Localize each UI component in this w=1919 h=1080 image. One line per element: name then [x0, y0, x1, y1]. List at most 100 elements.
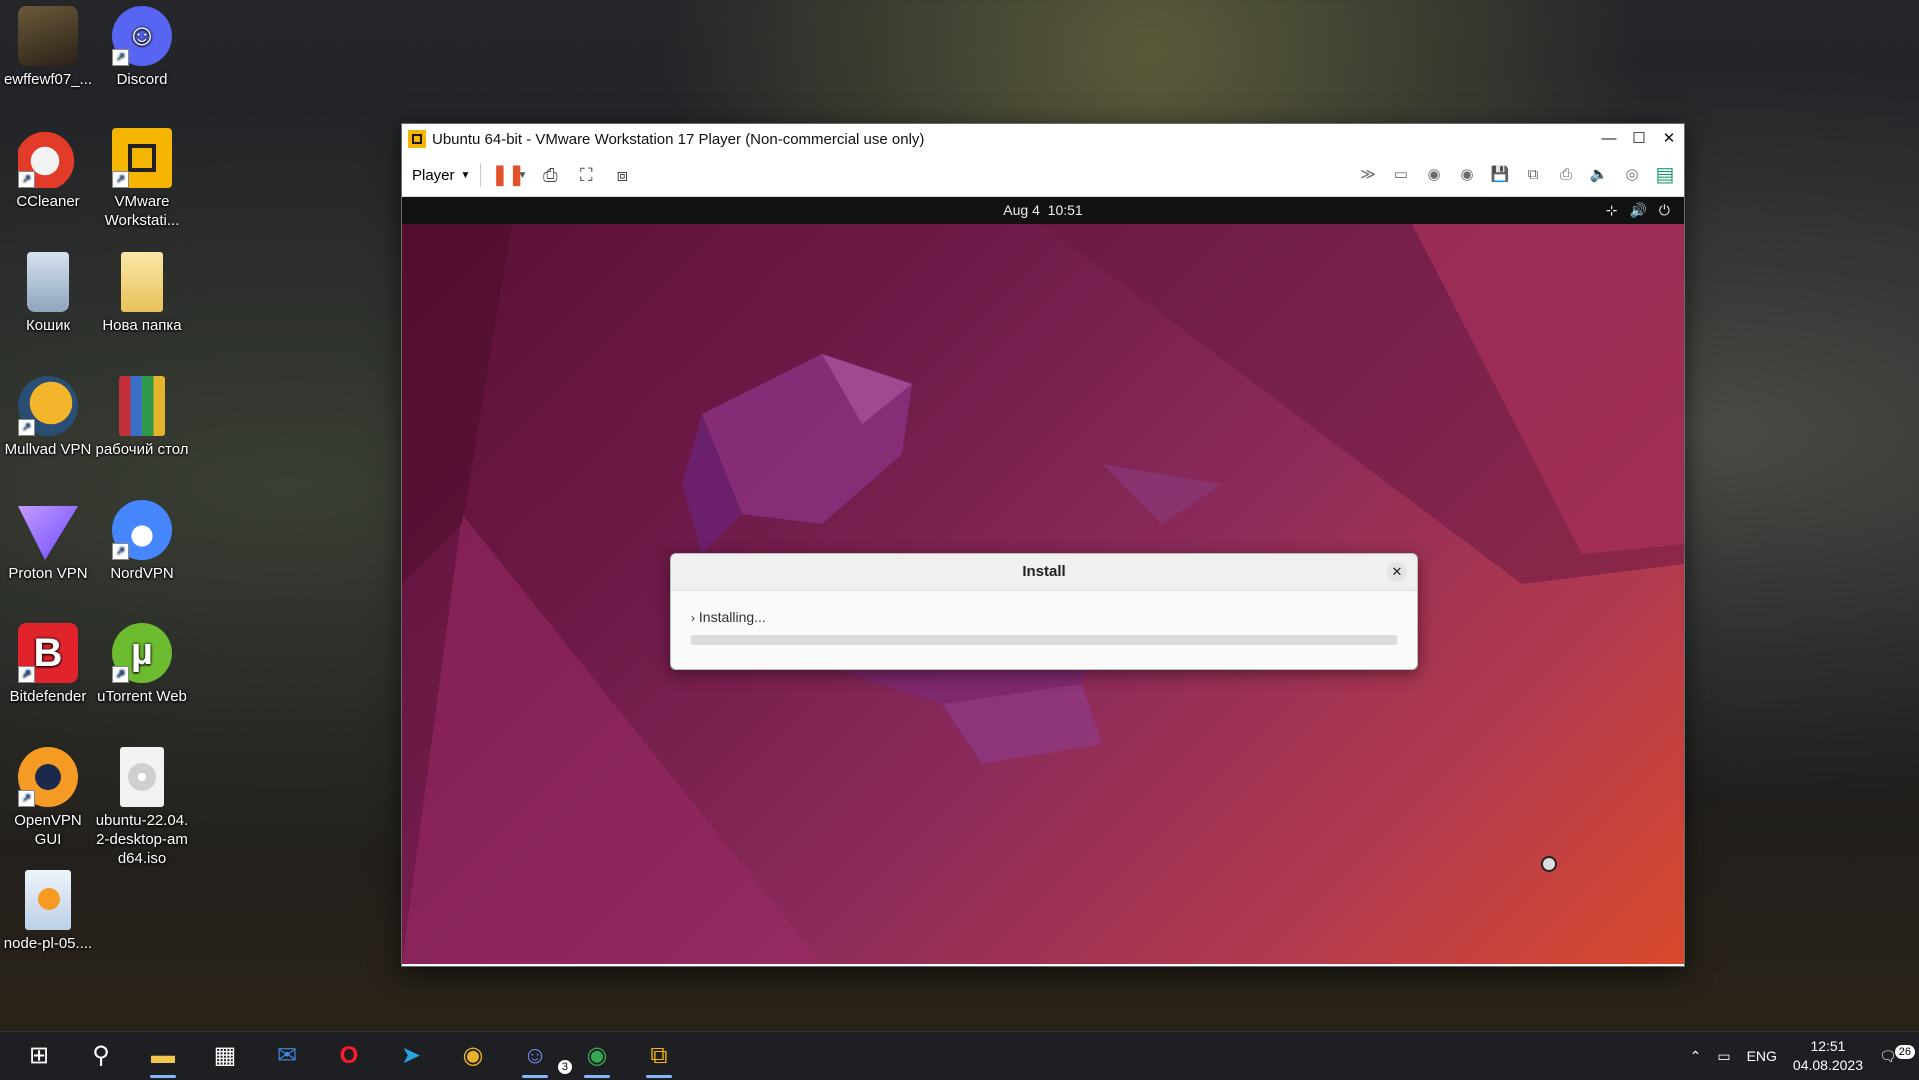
desktop-icon-mullvad[interactable]: ↗ Mullvad VPN	[0, 376, 96, 459]
minimize-button[interactable]: —	[1594, 124, 1624, 154]
desktop-icon-folder[interactable]: Нова папка	[94, 252, 190, 335]
more-devices-icon[interactable]: ≫	[1355, 162, 1381, 188]
desktop-icon-label: Нова папка	[102, 317, 182, 334]
taskbar-vmware[interactable]: ⧉	[628, 1032, 690, 1080]
system-tray: ⌃ ▭ ENG 12:51 04.08.2023 🗨 26	[1690, 1032, 1915, 1080]
fullscreen-icon[interactable]: ⛶	[573, 162, 599, 188]
shortcut-arrow-icon: ↗	[18, 171, 35, 188]
hard-disk-icon[interactable]: ▭	[1388, 162, 1414, 188]
install-dialog-body: › Installing...	[671, 591, 1417, 645]
install-dialog-title: Install	[1022, 563, 1066, 580]
maximize-button[interactable]: ☐	[1624, 124, 1654, 154]
shortcut-arrow-icon: ↗	[18, 666, 35, 683]
close-button[interactable]: ✕	[1654, 124, 1684, 154]
player-menu-label: Player	[412, 166, 455, 184]
discord-icon: ☺ ↗	[112, 6, 172, 66]
cd-dvd-2-icon[interactable]: ◉	[1454, 162, 1480, 188]
windows-logo-icon: ⊞	[28, 1042, 50, 1069]
notification-button[interactable]: 🗨 26	[1879, 1044, 1915, 1065]
printer-icon[interactable]: ⎙	[1553, 162, 1579, 188]
desktop-icon-ubuntu-iso[interactable]: ubuntu-22.04.2-desktop-amd64.iso	[94, 747, 190, 868]
desktop-icon-archive[interactable]: рабочий стол	[94, 376, 190, 459]
taskbar-time: 12:51	[1810, 1038, 1846, 1054]
display-icon[interactable]: ▭	[1717, 1048, 1730, 1065]
desktop-icon-openvpn[interactable]: ↗ OpenVPN GUI	[0, 747, 96, 849]
openvpn-icon: ↗	[18, 747, 78, 807]
taskbar-mail[interactable]: ✉	[256, 1032, 318, 1080]
vmware-icon: ⧉	[650, 1042, 668, 1069]
openvpn-config-icon	[25, 870, 71, 930]
desktop-icon-label: ubuntu-22.04.2-desktop-amd64.iso	[95, 812, 189, 867]
language-indicator[interactable]: ENG	[1747, 1048, 1777, 1064]
ubuntu-clock[interactable]: Aug 4 10:51	[402, 197, 1684, 224]
send-ctrl-alt-del-icon[interactable]: ⎙	[537, 162, 563, 188]
mullvad-icon: ↗	[18, 376, 78, 436]
search-button[interactable]: ⚲	[70, 1032, 132, 1080]
window-title: Ubuntu 64-bit - VMware Workstation 17 Pl…	[432, 130, 925, 148]
desktop-icon-label: NordVPN	[110, 565, 174, 582]
ccleaner-icon: ↗	[18, 128, 78, 188]
desktop-icon-ewffewf07[interactable]: ewffewf07_...	[0, 6, 96, 89]
player-menu-button[interactable]: Player ▼	[412, 167, 470, 184]
message-log-icon[interactable]: ▤	[1652, 162, 1678, 188]
notification-count: 26	[1894, 1044, 1915, 1059]
close-icon[interactable]: ✕	[1387, 562, 1407, 582]
taskbar-file-explorer[interactable]: ▬	[132, 1032, 194, 1080]
shortcut-arrow-icon: ↗	[112, 543, 129, 560]
taskbar-chrome-2[interactable]: ◉	[566, 1032, 628, 1080]
desktop-icon-label: Proton VPN	[8, 565, 88, 582]
sound-card-icon[interactable]: 🔈	[1586, 162, 1612, 188]
floppy-icon[interactable]: 💾	[1487, 162, 1513, 188]
chevron-up-icon[interactable]: ⌃	[1690, 1048, 1702, 1065]
taskbar-date: 04.08.2023	[1792, 1057, 1863, 1073]
taskbar-clock[interactable]: 12:51 04.08.2023	[1793, 1037, 1863, 1075]
shortcut-arrow-icon: ↗	[112, 171, 129, 188]
nordvpn-icon: ↗	[112, 500, 172, 560]
start-button[interactable]: ⊞	[8, 1032, 70, 1080]
shortcut-arrow-icon: ↗	[18, 419, 35, 436]
desktop-icon-utorrent[interactable]: µ ↗ uTorrent Web	[94, 623, 190, 706]
volume-icon: 🔊	[1629, 202, 1647, 218]
taskbar-store[interactable]: ▦	[194, 1032, 256, 1080]
install-dialog-header: Install ✕	[671, 554, 1417, 591]
desktop-icon-label: node-pl-05....	[3, 935, 93, 952]
install-dialog: Install ✕ › Installing...	[670, 553, 1418, 670]
desktop-icon-recycle-bin[interactable]: Кошик	[0, 252, 96, 335]
chevron-right-icon[interactable]: ›	[691, 611, 695, 625]
desktop-icon-discord[interactable]: ☺ ↗ Discord	[94, 6, 190, 89]
ubuntu-date: Aug 4	[1003, 202, 1040, 218]
desktop-icon-vmware[interactable]: ↗ VMware Workstati...	[94, 128, 190, 230]
window-titlebar[interactable]: Ubuntu 64-bit - VMware Workstation 17 Pl…	[402, 124, 1684, 154]
desktop-icon-ccleaner[interactable]: ↗ CCleaner	[0, 128, 96, 211]
ubuntu-system-menu[interactable]: ⊹ 🔊 ⏻	[1606, 197, 1670, 224]
cd-dvd-icon[interactable]: ◉	[1421, 162, 1447, 188]
desktop-icon-node-pl[interactable]: node-pl-05....	[0, 870, 96, 953]
unity-icon[interactable]: ⧈	[609, 162, 635, 188]
desktop-icon-label: CCleaner	[16, 193, 80, 210]
desktop-icon-protonvpn[interactable]: Proton VPN	[0, 500, 96, 583]
ubuntu-top-bar: Aug 4 10:51 ⊹ 🔊 ⏻	[402, 197, 1684, 224]
disc-image-icon	[120, 747, 164, 807]
desktop-icon-label: Bitdefender	[9, 688, 87, 705]
usb-device-icon[interactable]: ◎	[1619, 162, 1645, 188]
desktop-icon-bitdefender[interactable]: B ↗ Bitdefender	[0, 623, 96, 706]
taskbar-opera[interactable]: O	[318, 1032, 380, 1080]
pause-icon[interactable]: ❚❚	[491, 162, 525, 188]
taskbar-chrome[interactable]: ◉	[442, 1032, 504, 1080]
archive-icon	[119, 376, 165, 436]
vmware-toolbar: Player ▼ ❚❚ ▼ ⎙ ⛶ ⧈ ≫ ▭ ◉ ◉ 💾 ⧉ ⎙ 🔈 ◎ ▤	[402, 154, 1684, 197]
pause-dropdown-icon[interactable]: ▼	[517, 170, 527, 181]
desktop-icon-nordvpn[interactable]: ↗ NordVPN	[94, 500, 190, 583]
network-adapter-icon[interactable]: ⧉	[1520, 162, 1546, 188]
ubuntu-guest-screen[interactable]: Aug 4 10:51 ⊹ 🔊 ⏻ Install ✕ › Installing…	[402, 197, 1684, 964]
toolbar-separator	[480, 163, 482, 187]
network-icon: ⊹	[1605, 202, 1618, 218]
utorrent-icon: µ ↗	[112, 623, 172, 683]
desktop-icon-label: Mullvad VPN	[4, 441, 92, 458]
taskbar-discord[interactable]: ☺ 3	[504, 1032, 572, 1080]
desktop-icon-label: uTorrent Web	[97, 688, 187, 705]
taskbar-telegram[interactable]: ➤	[380, 1032, 442, 1080]
discord-icon: ☺	[522, 1042, 548, 1069]
desktop-icon-label: VMware Workstati...	[104, 193, 180, 229]
telegram-icon: ➤	[400, 1042, 422, 1069]
